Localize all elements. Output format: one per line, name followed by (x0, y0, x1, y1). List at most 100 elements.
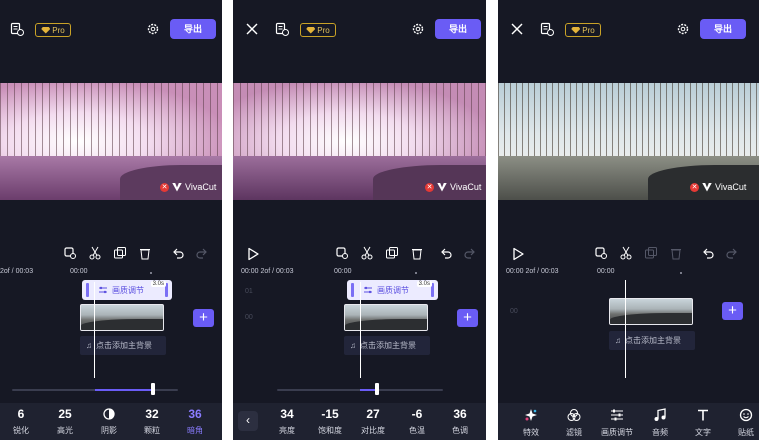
undo-icon[interactable] (701, 246, 715, 260)
watermark[interactable]: ✕ VivaCut (160, 182, 216, 192)
tool-audio[interactable]: 音频 (641, 408, 679, 438)
redo-icon[interactable] (463, 246, 477, 260)
playhead[interactable] (625, 280, 626, 378)
undo-icon[interactable] (439, 246, 453, 260)
export-button[interactable]: 导出 (700, 19, 746, 39)
watermark-text: VivaCut (715, 182, 747, 192)
trash-icon[interactable] (138, 246, 152, 260)
close-icon[interactable] (245, 22, 259, 36)
timeline-ruler: 00:00 2of / 00:03 00:00 (498, 268, 759, 280)
adjust-label: 亮度 (279, 426, 295, 435)
scissors-icon[interactable] (360, 246, 374, 260)
add-clip-button[interactable]: + (722, 302, 743, 320)
preview-trees (233, 83, 486, 156)
top-bar: Pro 导出 (233, 14, 486, 44)
editor-screen-3: Pro 导出 ✕ VivaCut 00:00 2of / 00:03 00:00… (498, 0, 759, 440)
back-button[interactable]: ‹ (238, 411, 258, 431)
tool-sticker[interactable]: 贴纸 (727, 408, 759, 438)
pro-badge[interactable]: Pro (565, 23, 601, 37)
add-keyframe-icon[interactable] (335, 246, 349, 260)
pro-label: Pro (317, 25, 330, 35)
timecode: 00:00 2of / 00:03 (241, 268, 294, 275)
adjust-temperature[interactable]: -6 色温 (399, 407, 435, 436)
pro-badge[interactable]: Pro (300, 23, 336, 37)
adjust-contrast[interactable]: 27 对比度 (355, 407, 391, 436)
help-doc-icon[interactable] (540, 22, 554, 36)
music-hint: 点击添加主背景 (360, 341, 416, 350)
add-keyframe-icon[interactable] (63, 246, 77, 260)
add-music-track[interactable]: ♫ 点击添加主背景 (344, 336, 430, 355)
adjust-saturation[interactable]: -15 饱和度 (312, 407, 348, 436)
diamond-icon (306, 26, 316, 34)
adjust-value: -6 (411, 407, 423, 421)
add-keyframe-icon[interactable] (594, 246, 608, 260)
edit-toolbar (498, 246, 759, 264)
vivacut-logo-icon (172, 182, 182, 192)
duplicate-icon[interactable] (385, 246, 399, 260)
adjust-grain[interactable]: 32 颗粒 (134, 407, 170, 436)
adjust-tint[interactable]: 36 色调 (442, 407, 478, 436)
undo-icon[interactable] (171, 246, 185, 260)
preview-trees (0, 83, 222, 156)
add-music-track[interactable]: ♫ 点击添加主背景 (80, 336, 166, 355)
remove-watermark-icon[interactable]: ✕ (160, 182, 169, 192)
sticker-icon (727, 408, 759, 422)
gear-icon[interactable] (411, 22, 425, 36)
playhead[interactable] (360, 282, 361, 378)
adjust-vignette[interactable]: 36 暗角 (177, 407, 213, 436)
remove-watermark-icon[interactable]: ✕ (690, 182, 699, 192)
tool-filter[interactable]: 滤镜 (555, 408, 593, 438)
adjust-sharpen[interactable]: 6 锐化 (3, 407, 39, 436)
track-mark: 00 (510, 308, 518, 315)
adjust-brightness[interactable]: 34 亮度 (269, 407, 305, 436)
pro-label: Pro (582, 25, 595, 35)
trash-icon[interactable] (669, 246, 683, 260)
add-clip-button[interactable]: + (457, 309, 478, 327)
help-doc-icon[interactable] (275, 22, 289, 36)
track-mark: 01 (245, 288, 253, 295)
pro-badge[interactable]: Pro (35, 23, 71, 37)
adjust-shadow[interactable]: 阴影 (91, 407, 127, 436)
ruler-tick (150, 272, 152, 274)
help-doc-icon[interactable] (10, 22, 24, 36)
video-clip-thumbnail[interactable] (609, 298, 693, 325)
tool-quality-adjust[interactable]: 画质调节 (598, 408, 636, 438)
music-note-icon (641, 408, 679, 422)
adjustment-clip[interactable]: 画质调节 3.0s (82, 280, 172, 300)
redo-icon[interactable] (195, 246, 209, 260)
music-hint: 点击添加主背景 (625, 336, 681, 345)
clip-left-handle[interactable] (351, 283, 354, 297)
adjust-label: 锐化 (13, 426, 29, 435)
add-clip-button[interactable]: + (193, 309, 214, 327)
music-note-icon: ♫ (350, 341, 356, 350)
adjust-slider-knob[interactable] (374, 383, 379, 395)
edit-toolbar (0, 246, 222, 264)
gear-icon[interactable] (676, 22, 690, 36)
adjust-slider-fill (95, 389, 154, 391)
playhead[interactable] (94, 282, 95, 378)
trash-icon[interactable] (410, 246, 424, 260)
clip-left-handle[interactable] (86, 283, 89, 297)
video-clip-thumbnail[interactable] (344, 304, 428, 331)
redo-icon[interactable] (725, 246, 739, 260)
tool-effects[interactable]: 特效 (512, 408, 550, 438)
export-button[interactable]: 导出 (435, 19, 481, 39)
adjust-label: 对比度 (361, 426, 385, 435)
video-clip-thumbnail[interactable] (80, 304, 164, 331)
export-button[interactable]: 导出 (170, 19, 216, 39)
watermark[interactable]: ✕ VivaCut (425, 182, 481, 192)
duplicate-icon[interactable] (644, 246, 658, 260)
sliders-icon (99, 286, 107, 294)
adjust-slider-knob[interactable] (151, 383, 156, 395)
adjust-value: 36 (188, 407, 202, 421)
scissors-icon[interactable] (88, 246, 102, 260)
remove-watermark-icon[interactable]: ✕ (425, 182, 434, 192)
duplicate-icon[interactable] (113, 246, 127, 260)
watermark[interactable]: ✕ VivaCut (690, 182, 746, 192)
adjust-highlight[interactable]: 25 高光 (47, 407, 83, 436)
scissors-icon[interactable] (619, 246, 633, 260)
close-icon[interactable] (510, 22, 524, 36)
tool-text[interactable]: 文字 (684, 408, 722, 438)
add-music-track[interactable]: ♫ 点击添加主背景 (609, 331, 695, 350)
gear-icon[interactable] (146, 22, 160, 36)
